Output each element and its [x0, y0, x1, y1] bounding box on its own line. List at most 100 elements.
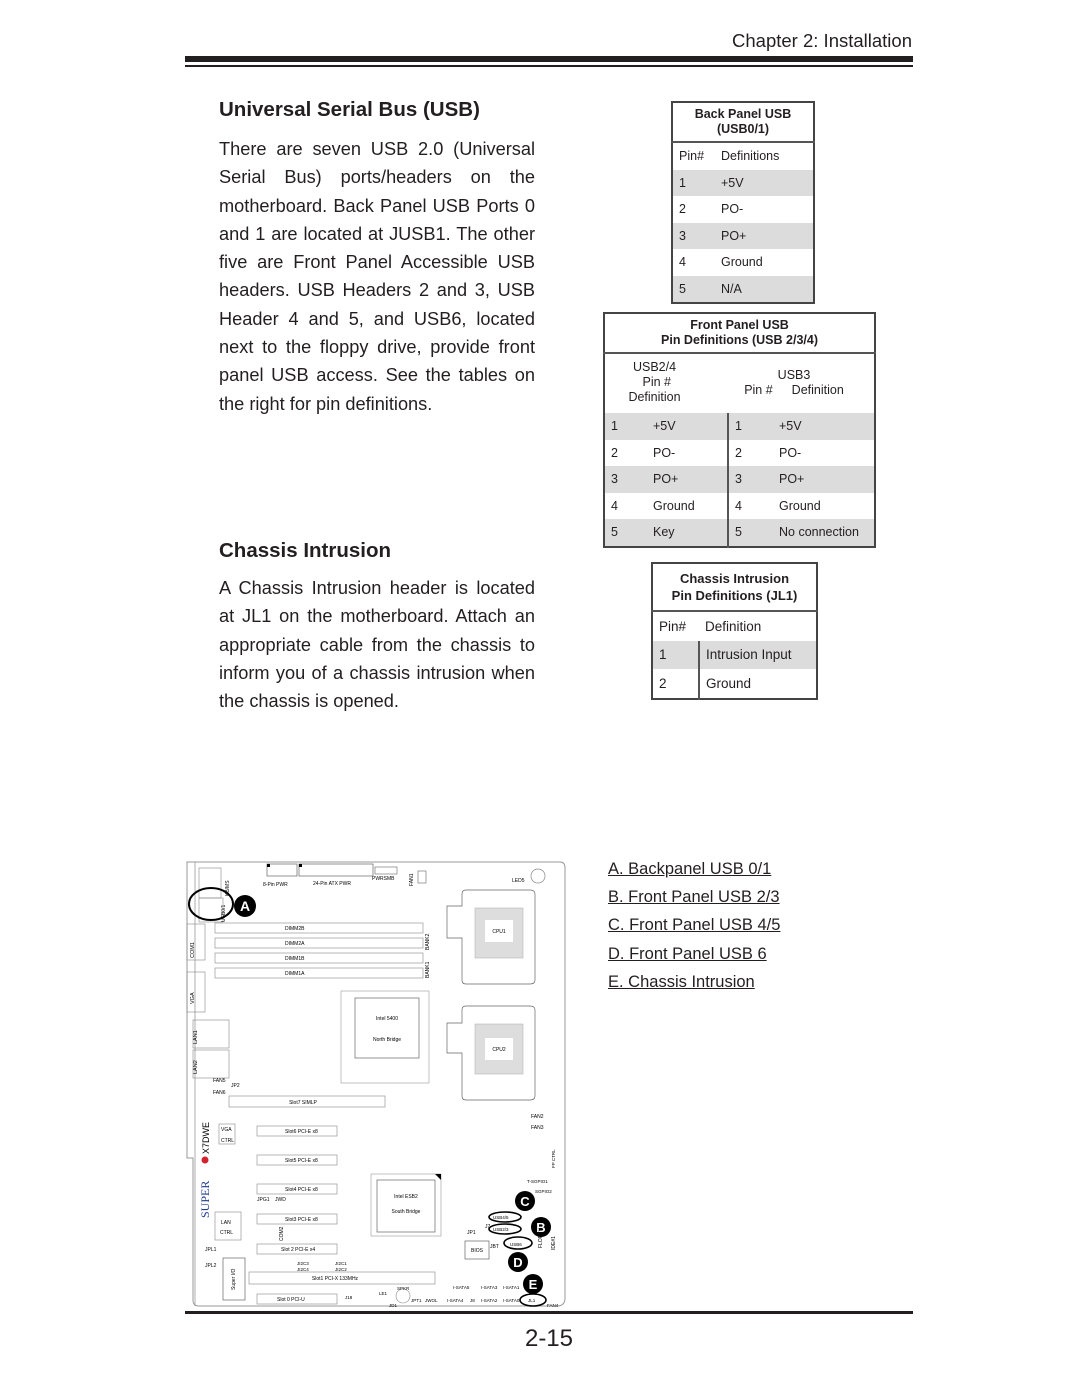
callout-label-a: A [240, 898, 250, 914]
col-header-pin: Pin # [744, 382, 773, 397]
definition-cell: Ground [779, 498, 821, 513]
table-title-line: Pin Definitions (USB 2/3/4) [661, 333, 818, 347]
legend-item-front-usb-45[interactable]: C. Front Panel USB 4/5 [608, 911, 780, 939]
pin-cell: 4 [727, 492, 773, 519]
diagram-legend: A. Backpanel USB 0/1 B. Front Panel USB … [608, 855, 780, 996]
table-row: 5 N/A [672, 275, 814, 303]
label-lan1: LAN1 [193, 1030, 199, 1044]
label-slot0: Slot 0 PCI-U [277, 1297, 305, 1303]
label-com1: COM1 [190, 942, 196, 958]
table-title-line: Chassis Intrusion [679, 571, 790, 586]
label-ide1: IDE#1 [551, 1236, 557, 1250]
label-dimm2b: DIMM2B [285, 926, 305, 932]
pin-cell: 2 [611, 445, 618, 460]
label-ji2c2: JI2C2 [335, 1267, 347, 1272]
definition-cell: PO+ [773, 466, 875, 493]
label-jpl2: JPL2 [205, 1263, 217, 1269]
pin1-marker [267, 864, 270, 867]
table-title-line: (USB0/1) [716, 122, 770, 136]
label-lan-ctrl: LAN [221, 1220, 231, 1226]
pin-cell: 4 [611, 498, 618, 513]
label-usb23: USB2/3 [493, 1227, 509, 1232]
definition-cell: PO- [779, 445, 802, 460]
definition-cell: N/A [715, 275, 814, 303]
col-header-definition: Definition [791, 382, 844, 397]
label-jwol: JWOL [425, 1298, 438, 1303]
col-header-definition: Definition [628, 390, 681, 404]
pin-cell: 5 [727, 519, 773, 547]
label-tsgpio1: T-SGPIO1 [527, 1179, 548, 1184]
label-vga-ctrl: VGA [221, 1127, 232, 1133]
label-floppy: FLOPPY [538, 1228, 544, 1248]
label-bios: BIOS [471, 1248, 484, 1254]
callout-label-e: E [529, 1277, 538, 1292]
label-isata5: I-SATA5 [453, 1285, 470, 1290]
definition-cell: PO- [721, 202, 744, 217]
label-cpu1: CPU1 [492, 929, 506, 935]
label-usb45: USB4/5 [493, 1215, 509, 1220]
table-header-row: Pin# Definitions [672, 142, 814, 170]
supermicro-logo-text: SUPER [198, 1181, 212, 1218]
front-panel-usb-table: Front Panel USB Pin Definitions (USB 2/3… [603, 312, 876, 548]
label-fan2: FAN2 [531, 1114, 544, 1120]
legend-item-front-usb-23[interactable]: B. Front Panel USB 2/3 [608, 883, 780, 911]
label-slot1: Slot1 PCI-X 133MHz [312, 1276, 359, 1282]
callout-label-c: C [520, 1194, 530, 1209]
pin-cell: 2 [679, 202, 686, 217]
group-header-usb3: USB3 Pin # Definition [728, 353, 875, 413]
chassis-section-body: A Chassis Intrusion header is located at… [219, 578, 535, 712]
label-spkr: SPKR [397, 1286, 410, 1291]
label-ji2c1: JI2C1 [335, 1261, 347, 1266]
label-jp1: JP1 [467, 1230, 476, 1236]
label-intel-5400: Intel 5400 [376, 1016, 398, 1022]
label-fan1: FAN1 [409, 873, 415, 886]
usb-section-title: Universal Serial Bus (USB) [219, 98, 480, 121]
definition-cell: No connection [773, 519, 875, 547]
label-vga-ctrl: CTRL [221, 1138, 234, 1144]
chassis-intrusion-table-title: Chassis Intrusion Pin Definitions (JL1) [652, 563, 817, 612]
label-slot2: Slot 2 PCI-E x4 [281, 1247, 315, 1253]
chapter-heading: Chapter 2: Installation [732, 30, 912, 51]
chassis-section-title: Chassis Intrusion [219, 539, 392, 562]
table-row: 3 PO+ [672, 222, 814, 249]
label-dimm2a: DIMM2A [285, 941, 305, 947]
pin-cell: 1 [604, 413, 647, 440]
definition-cell: Ground [721, 255, 763, 270]
label-led5: LED5 [512, 878, 525, 884]
col-header-definition: Definitions [721, 149, 780, 164]
back-panel-usb-table-title: Back Panel USB (USB0/1) [672, 102, 814, 143]
label-slot6: Slot6 PCI-E x8 [285, 1129, 318, 1135]
usb-section-body: There are seven USB 2.0 (Universal Seria… [219, 139, 535, 414]
header-rule-thin [185, 65, 913, 67]
pin-cell: 1 [727, 413, 773, 440]
label-sgpio2: SGPIO2 [535, 1189, 552, 1194]
definition-cell: PO+ [647, 466, 728, 493]
legend-item-front-usb-6[interactable]: D. Front Panel USB 6 [608, 940, 780, 968]
supermicro-logo-dot [201, 1156, 209, 1164]
pin1-marker [299, 864, 302, 867]
label-fan6: FAN6 [213, 1090, 226, 1096]
table-row: 1 Intrusion Input [652, 640, 817, 669]
group-label: USB3 [777, 367, 811, 382]
board-model: X7DWE [201, 1122, 211, 1154]
col-header-pin: Pin# [659, 618, 687, 634]
legend-item-chassis-intrusion[interactable]: E. Chassis Intrusion [608, 968, 780, 996]
definition-cell: +5V [647, 413, 728, 440]
label-slot7: Slot7 SIMLP [289, 1100, 317, 1106]
table-header-row: USB2/4 Pin # Definition USB3 Pin # Defin… [604, 353, 875, 413]
label-super-io: Super I/O [231, 1268, 237, 1290]
header-rule-thick [185, 56, 913, 62]
label-fan5: FAN5 [213, 1078, 226, 1084]
label-isata4: I-SATA4 [447, 1298, 464, 1303]
col-header-definition: Definition [705, 618, 762, 634]
label-com2: COM2 [279, 1226, 285, 1241]
definition-cell: Intrusion Input [698, 640, 817, 669]
table-row: 2 PO- [672, 196, 814, 223]
table-row: 4 Ground [672, 249, 814, 276]
label-dimm1b: DIMM1B [285, 956, 305, 962]
legend-item-backpanel-usb[interactable]: A. Backpanel USB 0/1 [608, 855, 780, 883]
label-ji2c4: JI2C4 [297, 1267, 309, 1272]
pin-cell: 3 [604, 466, 647, 493]
table-title-line: Pin Definitions (JL1) [671, 588, 798, 603]
label-jpl1: JPL1 [205, 1247, 217, 1253]
